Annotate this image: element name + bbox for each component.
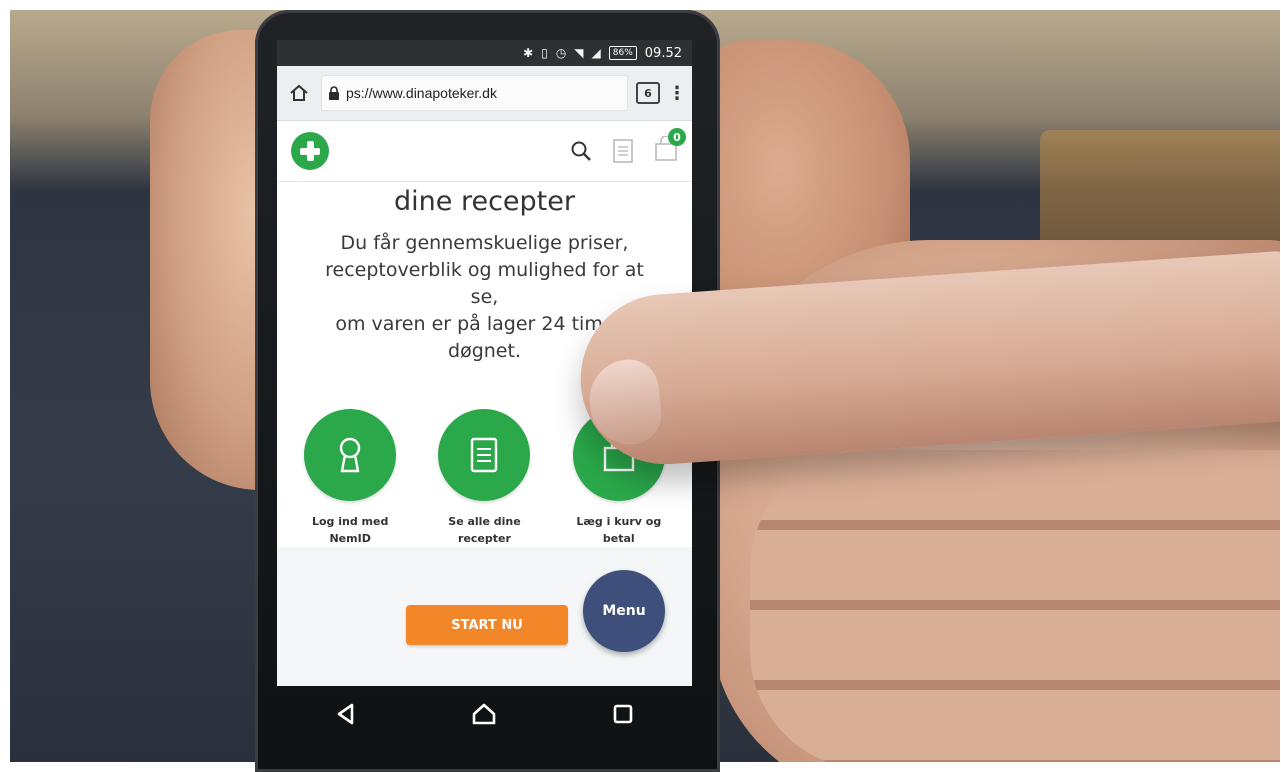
photo-foreground [10, 10, 1280, 762]
pointing-finger [574, 250, 1280, 470]
